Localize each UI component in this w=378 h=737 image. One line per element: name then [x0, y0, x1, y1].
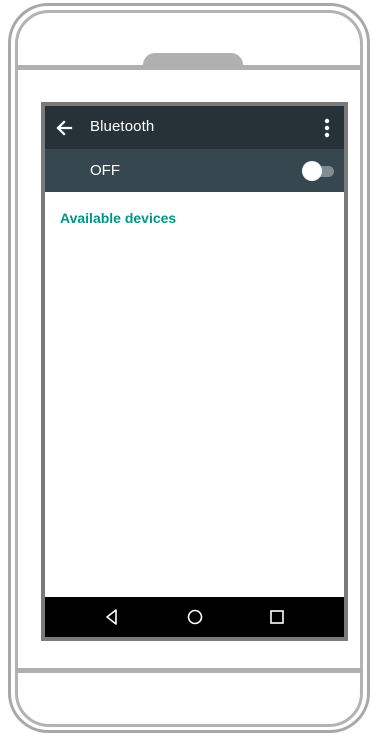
app-bar: Bluetooth [45, 106, 344, 149]
arrow-left-icon[interactable] [55, 119, 73, 137]
available-devices-header: Available devices [60, 210, 177, 226]
bluetooth-toggle[interactable] [302, 161, 334, 181]
page-title: Bluetooth [90, 118, 155, 135]
toggle-thumb [302, 161, 322, 181]
system-nav-bar [45, 597, 344, 637]
phone-screen: Bluetooth OFF Available devices [41, 102, 348, 641]
phone-top-bezel [15, 65, 363, 70]
square-recents-icon[interactable] [267, 607, 287, 627]
phone-bottom-bezel [15, 668, 363, 673]
circle-home-icon[interactable] [185, 607, 205, 627]
more-vert-icon[interactable] [324, 118, 330, 138]
triangle-back-icon[interactable] [102, 607, 122, 627]
bluetooth-switch-bar[interactable]: OFF [45, 149, 344, 192]
bluetooth-state-label: OFF [90, 162, 120, 179]
